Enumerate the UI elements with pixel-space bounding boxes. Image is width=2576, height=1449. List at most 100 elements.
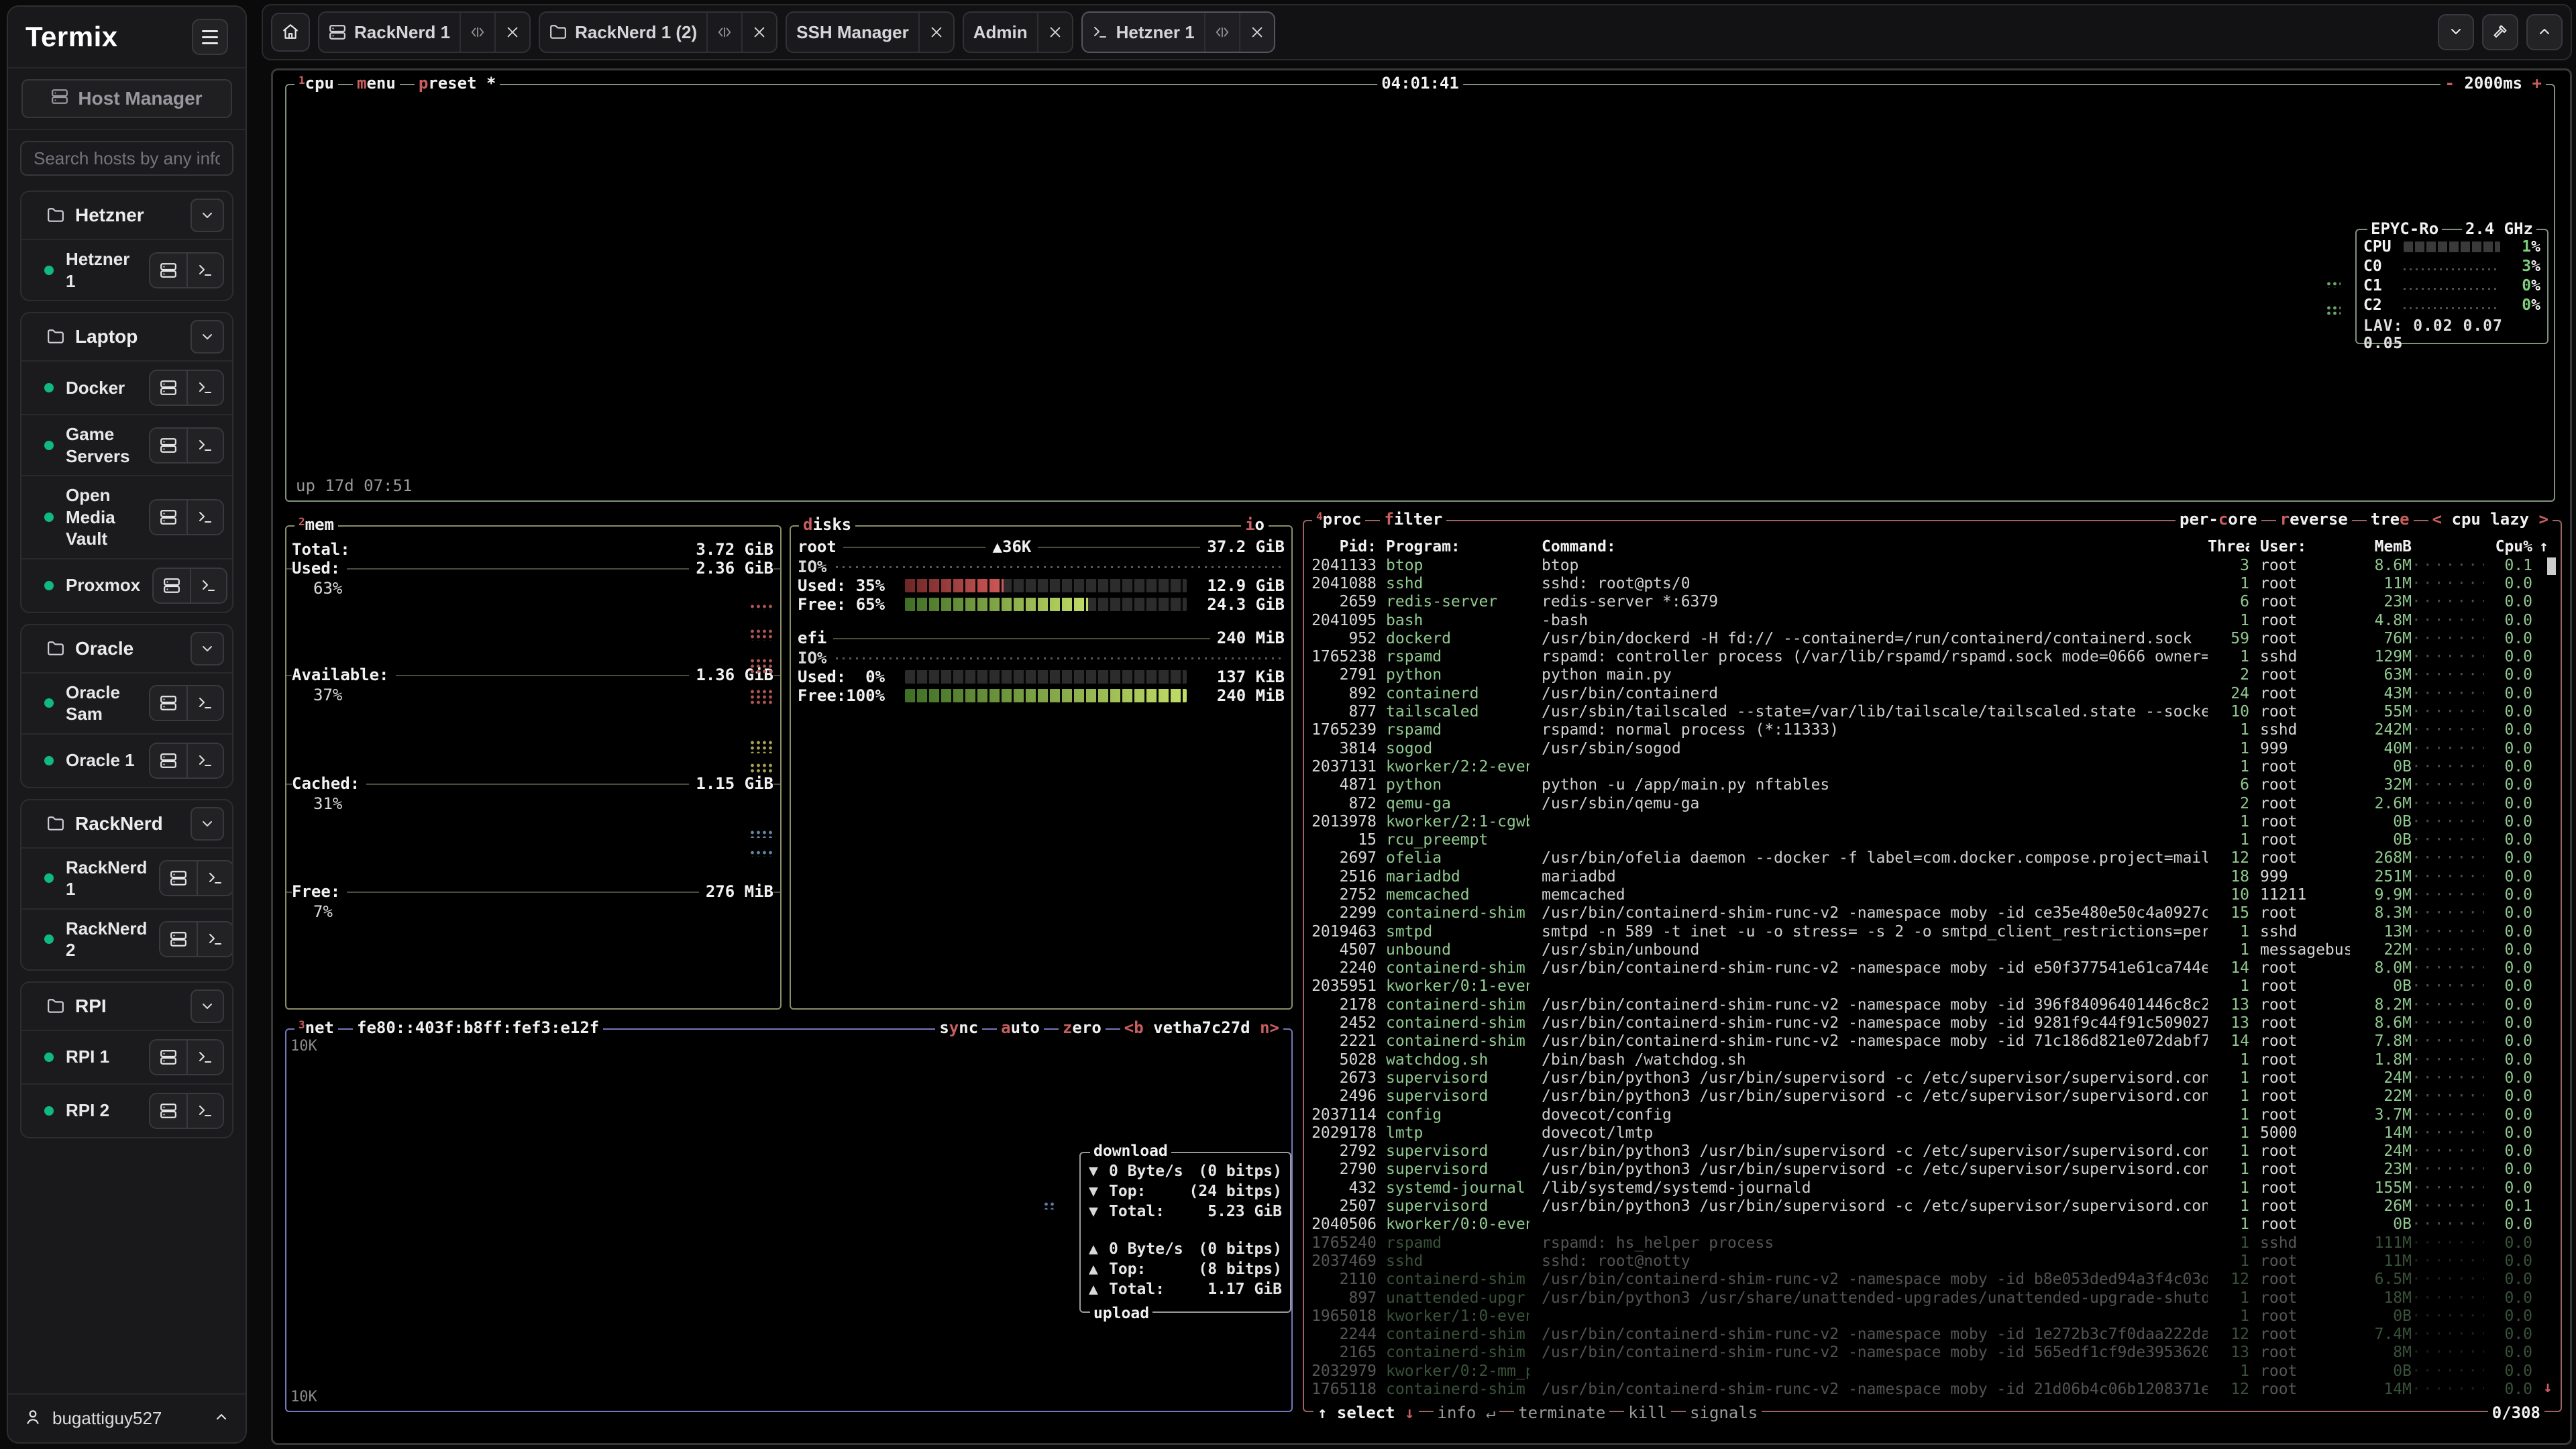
- process-row[interactable]: 1965018kworker/1:0-even1root0B·······0.0: [1309, 1307, 2555, 1325]
- group-collapse-button[interactable]: [191, 989, 224, 1023]
- proc-footer-button-1[interactable]: info ↵: [1434, 1403, 1500, 1422]
- tab-racknerd-1-2-[interactable]: RackNerd 1 (2): [539, 11, 777, 53]
- host-row-rpi-1[interactable]: RPI 1: [21, 1030, 232, 1083]
- process-row[interactable]: 1765238rspamdrspamd: controller process …: [1309, 647, 2555, 665]
- host-row-racknerd-2[interactable]: RackNerd 2: [21, 908, 232, 969]
- proc-footer-button-2[interactable]: terminate: [1514, 1403, 1609, 1422]
- process-row[interactable]: 1765118containerd-shim/usr/bin/container…: [1309, 1380, 2555, 1398]
- host-manager-action-button[interactable]: [150, 254, 186, 287]
- close-tab-button[interactable]: [918, 13, 953, 52]
- tab-racknerd-1[interactable]: RackNerd 1: [318, 11, 531, 53]
- host-row-hetzner-1[interactable]: Hetzner 1: [21, 239, 232, 300]
- proc-footer-button-0[interactable]: ↑ select ↓: [1313, 1403, 1419, 1422]
- btop-interval-control[interactable]: - 2000ms +: [2440, 74, 2546, 93]
- process-row[interactable]: 2178containerd-shim/usr/bin/containerd-s…: [1309, 996, 2555, 1014]
- host-terminal-action-button[interactable]: [197, 861, 233, 895]
- process-row[interactable]: 2037469sshdsshd: root@notty1root11M·····…: [1309, 1252, 2555, 1270]
- process-row[interactable]: 1765240rspamdrspamd: hs_helper process1s…: [1309, 1234, 2555, 1252]
- host-row-proxmox[interactable]: Proxmox: [21, 558, 232, 612]
- host-row-open-media-vault[interactable]: Open Media Vault: [21, 475, 232, 558]
- process-row[interactable]: 2752memcachedmemcached10112119.9M·······…: [1309, 885, 2555, 904]
- process-row[interactable]: 2673supervisord/usr/bin/python3 /usr/bin…: [1309, 1069, 2555, 1087]
- process-row[interactable]: 2041095bash-bash1root4.8M·······0.0: [1309, 611, 2555, 629]
- cpu-box-button-1[interactable]: menu: [353, 74, 400, 93]
- host-terminal-action-button[interactable]: [186, 1094, 223, 1128]
- host-terminal-action-button[interactable]: [186, 1040, 223, 1074]
- process-row[interactable]: 892containerd/usr/bin/containerd24root43…: [1309, 684, 2555, 702]
- host-terminal-action-button[interactable]: [186, 371, 223, 405]
- close-tab-button[interactable]: [494, 13, 529, 52]
- split-tab-button[interactable]: [1204, 13, 1239, 52]
- net-box-button-2[interactable]: zero: [1059, 1018, 1106, 1037]
- proc-footer-button-4[interactable]: signals: [1686, 1403, 1762, 1422]
- group-header[interactable]: Oracle: [21, 625, 232, 672]
- proc-sort-button-2[interactable]: tree: [2367, 510, 2414, 529]
- user-menu[interactable]: bugattiguy527: [8, 1393, 246, 1442]
- net-box-button-0[interactable]: sync: [935, 1018, 982, 1037]
- process-row[interactable]: 2507supervisord/usr/bin/python3 /usr/bin…: [1309, 1197, 2555, 1215]
- group-header[interactable]: RackNerd: [21, 800, 232, 847]
- process-row[interactable]: 2013978kworker/2:1-cgwb1root0B·······0.0: [1309, 812, 2555, 830]
- host-row-game-servers[interactable]: Game Servers: [21, 414, 232, 475]
- process-row[interactable]: 432systemd-journal/lib/systemd/systemd-j…: [1309, 1179, 2555, 1197]
- process-row[interactable]: 2040506kworker/0:0-even1root0B·······0.0: [1309, 1216, 2555, 1234]
- host-manager-action-button[interactable]: [150, 1094, 186, 1128]
- tab-hetzner-1[interactable]: Hetzner 1: [1081, 11, 1275, 53]
- host-manager-action-button[interactable]: [154, 569, 190, 602]
- host-manager-action-button[interactable]: [160, 922, 197, 956]
- close-tab-button[interactable]: [741, 13, 776, 52]
- group-collapse-button[interactable]: [191, 320, 224, 354]
- process-row[interactable]: 2659redis-serverredis-server *:63796root…: [1309, 593, 2555, 611]
- process-row[interactable]: 2165containerd-shim/usr/bin/containerd-s…: [1309, 1344, 2555, 1362]
- home-button[interactable]: [271, 13, 310, 52]
- process-row[interactable]: 2496supervisord/usr/bin/python3 /usr/bin…: [1309, 1087, 2555, 1106]
- process-row[interactable]: 2452containerd-shim/usr/bin/containerd-s…: [1309, 1014, 2555, 1032]
- host-manager-action-button[interactable]: [150, 744, 186, 777]
- process-row[interactable]: 4507unbound/usr/sbin/unbound1messagebus2…: [1309, 941, 2555, 959]
- host-terminal-action-button[interactable]: [190, 569, 226, 602]
- split-tab-button[interactable]: [706, 13, 741, 52]
- proc-sort-button-3[interactable]: < cpu lazy >: [2428, 510, 2553, 529]
- close-tab-button[interactable]: [1037, 13, 1072, 52]
- tab-admin[interactable]: Admin: [963, 11, 1073, 53]
- process-row[interactable]: 2299containerd-shim/usr/bin/containerd-s…: [1309, 904, 2555, 922]
- collapse-up-button[interactable]: [2526, 14, 2563, 50]
- host-terminal-action-button[interactable]: [186, 500, 223, 534]
- proc-sort-button-1[interactable]: reverse: [2276, 510, 2352, 529]
- split-tab-button[interactable]: [460, 13, 494, 52]
- proc-sort-button-0[interactable]: per-core: [2176, 510, 2261, 529]
- host-row-racknerd-1[interactable]: RackNerd 1: [21, 847, 232, 908]
- host-manager-action-button[interactable]: [150, 429, 186, 462]
- process-row[interactable]: 2240containerd-shim/usr/bin/containerd-s…: [1309, 959, 2555, 977]
- process-row[interactable]: 2221containerd-shim/usr/bin/containerd-s…: [1309, 1032, 2555, 1051]
- group-collapse-button[interactable]: [191, 199, 224, 232]
- process-row[interactable]: 2790supervisord/usr/bin/python3 /usr/bin…: [1309, 1161, 2555, 1179]
- host-manager-action-button[interactable]: [150, 500, 186, 534]
- host-row-rpi-2[interactable]: RPI 2: [21, 1083, 232, 1137]
- process-row[interactable]: 877tailscaled/usr/sbin/tailscaled --stat…: [1309, 702, 2555, 720]
- host-row-oracle-sam[interactable]: Oracle Sam: [21, 672, 232, 733]
- process-row[interactable]: 872qemu-ga/usr/sbin/qemu-ga2root2.6M····…: [1309, 794, 2555, 812]
- process-row[interactable]: 897unattended-upgr/usr/bin/python3 /usr/…: [1309, 1289, 2555, 1307]
- process-row[interactable]: 2244containerd-shim/usr/bin/containerd-s…: [1309, 1325, 2555, 1343]
- process-row[interactable]: 2037131kworker/2:2-even1root0B·······0.0: [1309, 757, 2555, 775]
- process-row[interactable]: 2791pythonpython main.py2root63M·······0…: [1309, 666, 2555, 684]
- collapse-down-button[interactable]: [2438, 14, 2474, 50]
- close-tab-button[interactable]: [1239, 13, 1274, 52]
- host-manager-action-button[interactable]: [150, 686, 186, 720]
- proc-box-button-1[interactable]: filter: [1380, 510, 1446, 529]
- tools-button[interactable]: [2482, 14, 2518, 50]
- cpu-box-button-0[interactable]: 1cpu: [294, 74, 338, 93]
- search-input[interactable]: [20, 141, 233, 176]
- process-row[interactable]: 952dockerd/usr/bin/dockerd -H fd:// --co…: [1309, 629, 2555, 647]
- host-terminal-action-button[interactable]: [186, 686, 223, 720]
- tab-ssh-manager[interactable]: SSH Manager: [786, 11, 955, 53]
- group-header[interactable]: Hetzner: [21, 192, 232, 239]
- process-row[interactable]: 2110containerd-shim/usr/bin/containerd-s…: [1309, 1271, 2555, 1289]
- host-row-docker[interactable]: Docker: [21, 360, 232, 414]
- process-row[interactable]: 2792supervisord/usr/bin/python3 /usr/bin…: [1309, 1142, 2555, 1161]
- host-manager-action-button[interactable]: [150, 371, 186, 405]
- process-row[interactable]: 5028watchdog.sh/bin/bash /watchdog.sh1ro…: [1309, 1051, 2555, 1069]
- process-row[interactable]: 2029178lmtpdovecot/lmtp1500014M·······0.…: [1309, 1124, 2555, 1142]
- host-terminal-action-button[interactable]: [186, 429, 223, 462]
